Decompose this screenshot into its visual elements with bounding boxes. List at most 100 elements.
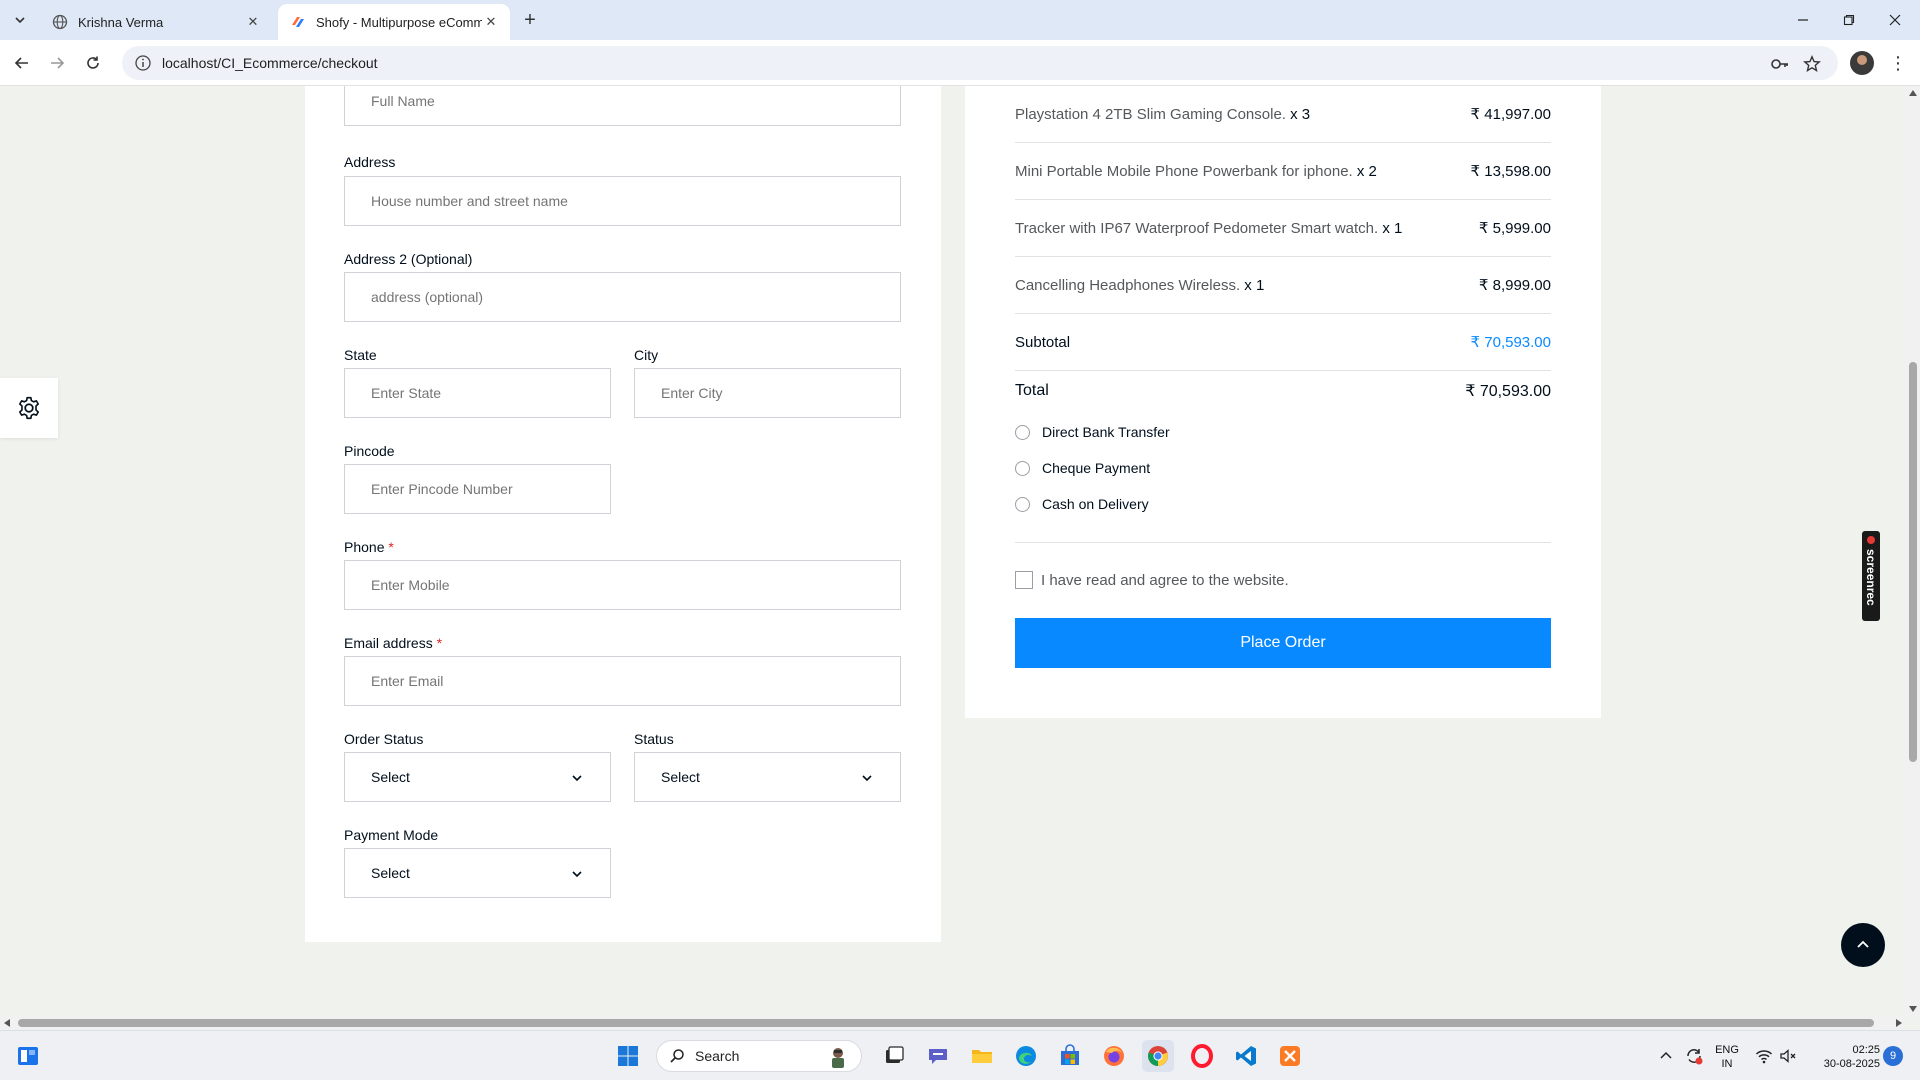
full-name-input[interactable] [344, 86, 901, 126]
payment-option-bank-transfer[interactable]: Direct Bank Transfer [1015, 421, 1170, 443]
status-select[interactable]: Select [634, 752, 901, 802]
email-input[interactable] [344, 656, 901, 706]
vertical-scrollbar[interactable] [1906, 86, 1920, 1016]
city-input[interactable] [634, 368, 901, 418]
tab-shofy-checkout[interactable]: Shofy - Multipurpose eCommerce ✕ [278, 4, 510, 40]
payment-option-cheque[interactable]: Cheque Payment [1015, 457, 1150, 479]
scroll-down-arrow-icon[interactable] [1909, 1006, 1917, 1012]
tab-title: Krishna Verma [78, 14, 164, 30]
file-explorer-icon[interactable] [966, 1040, 998, 1072]
edge-browser-icon[interactable] [1010, 1040, 1042, 1072]
task-view-icon[interactable] [878, 1040, 910, 1072]
pincode-label: Pincode [344, 443, 395, 459]
order-item-row: Tracker with IP67 Waterproof Pedometer S… [1015, 200, 1551, 257]
clock-time: 02:25 [1852, 1044, 1880, 1056]
close-tab-icon[interactable]: ✕ [482, 13, 500, 31]
item-qty: x 3 [1290, 105, 1311, 123]
url-text: localhost/CI_Ecommerce/checkout [162, 55, 378, 71]
teams-chat-icon[interactable] [922, 1040, 954, 1072]
browser-menu-icon[interactable]: ⋮ [1888, 52, 1908, 74]
order-status-select[interactable]: Select [344, 752, 611, 802]
payment-option-label: Cash on Delivery [1042, 496, 1149, 512]
scroll-right-arrow-icon[interactable] [1896, 1019, 1902, 1027]
payment-mode-select[interactable]: Select [344, 848, 611, 898]
forward-arrow-icon[interactable] [43, 49, 71, 77]
address-bar[interactable]: localhost/CI_Ecommerce/checkout [122, 46, 1838, 80]
xampp-icon[interactable] [1274, 1040, 1306, 1072]
close-window-icon[interactable] [1872, 0, 1918, 40]
site-info-icon[interactable] [134, 54, 152, 72]
radio-button[interactable] [1015, 496, 1030, 512]
item-price: ₹ 5,999.00 [1478, 220, 1551, 237]
microsoft-store-icon[interactable] [1054, 1040, 1086, 1072]
notification-badge[interactable]: 9 [1883, 1046, 1903, 1066]
profile-avatar[interactable] [1850, 51, 1874, 75]
opera-icon[interactable] [1186, 1040, 1218, 1072]
tab-search-chevron-icon[interactable] [8, 8, 32, 32]
state-input[interactable] [344, 368, 611, 418]
clock-date: 30-08-2025 [1823, 1058, 1880, 1070]
new-tab-button[interactable]: + [518, 8, 542, 32]
language-indicator[interactable]: ENG IN [1712, 1043, 1742, 1071]
total-label: Total [1015, 382, 1049, 399]
terms-agree-row[interactable]: I have read and agree to the website. [1015, 570, 1289, 590]
order-item-row: Playstation 4 2TB Slim Gaming Console. x… [1015, 86, 1551, 143]
show-hidden-icons-chevron-icon[interactable] [1654, 1040, 1678, 1072]
item-name: Playstation 4 2TB Slim Gaming Console. [1015, 105, 1286, 123]
firefox-icon[interactable] [1098, 1040, 1130, 1072]
reload-icon[interactable] [79, 49, 107, 77]
chevron-down-icon [572, 775, 582, 782]
city-label: City [634, 347, 659, 363]
volume-muted-icon[interactable] [1776, 1040, 1800, 1072]
scroll-left-arrow-icon[interactable] [4, 1019, 10, 1027]
restore-icon[interactable] [1826, 0, 1872, 40]
search-label: Search [695, 1048, 740, 1064]
password-key-icon[interactable] [1770, 54, 1790, 74]
horizontal-scrollbar[interactable] [0, 1016, 1906, 1030]
address2-input[interactable] [344, 272, 901, 322]
order-item-row: Cancelling Headphones Wireless. x 1 ₹ 8,… [1015, 257, 1551, 314]
vscode-icon[interactable] [1230, 1040, 1262, 1072]
status-value: Select [661, 769, 700, 785]
phone-label-text: Phone [344, 539, 385, 555]
search-icon [670, 1049, 684, 1063]
item-qty: x 1 [1382, 219, 1403, 237]
radio-button[interactable] [1015, 460, 1030, 476]
windows-start-icon[interactable] [612, 1040, 644, 1072]
required-mark: * [388, 539, 394, 555]
sync-status-icon[interactable] [1680, 1040, 1708, 1072]
terms-text: I have read and agree to the website. [1041, 571, 1289, 589]
status-label: Status [634, 731, 674, 747]
payment-option-label: Cheque Payment [1042, 460, 1151, 476]
tab-krishna-verma[interactable]: Krishna Verma ✕ [40, 4, 272, 40]
item-qty: x 1 [1244, 276, 1265, 294]
screenrec-widget[interactable]: screenrec [1862, 531, 1880, 621]
language-line1: ENG [1715, 1044, 1739, 1056]
page-viewport: Address Address 2 (Optional) State City … [0, 86, 1906, 1016]
address-input[interactable] [344, 176, 901, 226]
widgets-icon[interactable] [12, 1040, 44, 1072]
radio-button[interactable] [1015, 424, 1030, 440]
chrome-icon[interactable] [1142, 1040, 1174, 1072]
place-order-button[interactable]: Place Order [1015, 618, 1551, 668]
bookmark-star-icon[interactable] [1802, 54, 1822, 74]
shofy-logo-icon [290, 14, 306, 30]
minimize-icon[interactable] [1780, 0, 1826, 40]
close-tab-icon[interactable]: ✕ [244, 13, 262, 31]
phone-input[interactable] [344, 560, 901, 610]
terms-checkbox[interactable] [1015, 571, 1033, 589]
back-arrow-icon[interactable] [8, 49, 36, 77]
back-to-top-button[interactable] [1841, 923, 1885, 967]
address-label: Address [344, 154, 396, 170]
scrollbar-thumb[interactable] [18, 1019, 1874, 1027]
chevron-up-icon [1857, 940, 1869, 948]
language-line2: IN [1721, 1058, 1733, 1070]
scrollbar-thumb[interactable] [1909, 362, 1917, 762]
wifi-icon[interactable] [1752, 1040, 1776, 1072]
pincode-input[interactable] [344, 464, 611, 514]
payment-option-cod[interactable]: Cash on Delivery [1015, 493, 1149, 515]
settings-button[interactable] [0, 378, 58, 438]
clock[interactable]: 02:25 30-08-2025 [1808, 1043, 1880, 1071]
scroll-up-arrow-icon[interactable] [1909, 90, 1917, 96]
taskbar-search[interactable]: Search [656, 1040, 862, 1072]
